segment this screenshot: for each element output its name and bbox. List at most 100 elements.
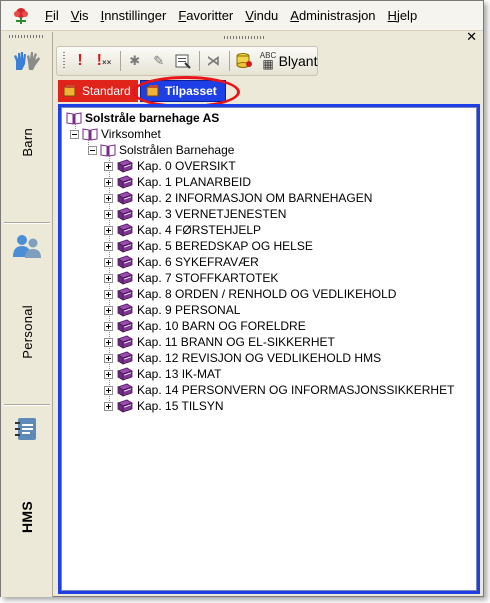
sparkle-icon: ✱: [129, 53, 141, 68]
nav-barn-label: Barn: [19, 127, 35, 157]
nav-hands-button[interactable]: [4, 50, 50, 80]
collapse-toggle[interactable]: [70, 129, 79, 139]
main-top-strip: ✕: [54, 30, 483, 44]
tree-node-chapter[interactable]: Kap. 12 REVISJON OG VEDLIKEHOLD HMS: [104, 350, 381, 366]
expand-toggle[interactable]: [104, 225, 113, 235]
expand-toggle[interactable]: [104, 209, 113, 219]
expand-toggle[interactable]: [104, 385, 113, 395]
main-grip[interactable]: [224, 36, 264, 39]
tree-node-label: Solstråle barnehage AS: [85, 111, 220, 125]
menu-innstillinger[interactable]: Innstillinger: [95, 1, 173, 31]
pen-icon: ✎: [153, 53, 165, 68]
tree-node-label: Kap. 14 PERSONVERN OG INFORMASJONSSIKKER…: [137, 383, 455, 397]
tree-node-label: Kap. 3 VERNETJENESTEN: [137, 207, 287, 221]
tree-node-chapter[interactable]: Kap. 6 SYKEFRAVÆR: [104, 254, 259, 270]
expand-toggle[interactable]: [104, 161, 113, 171]
tree-node-label: Kap. 9 PERSONAL: [137, 303, 241, 317]
expand-toggle[interactable]: [104, 337, 113, 347]
menu-administrasjon[interactable]: Administrasjon: [284, 1, 381, 31]
nav-personal-button[interactable]: Personal: [4, 287, 50, 377]
nav-hms-button[interactable]: HMS: [4, 487, 50, 547]
nav-personal-label: Personal: [19, 305, 35, 359]
expand-toggle[interactable]: [104, 241, 113, 251]
tree-node-chapter[interactable]: Kap. 8 ORDEN / RENHOLD OG VEDLIKEHOLD: [104, 286, 396, 302]
menu-favoritter[interactable]: Favoritter: [172, 1, 239, 31]
closed-book-icon: [117, 207, 133, 221]
collapse-toggle[interactable]: [88, 145, 97, 155]
expand-toggle[interactable]: [104, 321, 113, 331]
menu-hjelp[interactable]: Hjelp: [382, 1, 424, 31]
toolbar-separator: [229, 51, 231, 71]
closed-book-icon: [117, 319, 133, 333]
tree-node-chapter[interactable]: Kap. 13 IK-MAT: [104, 366, 221, 382]
star-button[interactable]: ✱: [124, 49, 146, 73]
tree-node-chapter[interactable]: Kap. 0 OVERSIKT: [104, 158, 236, 174]
nav-barn-button[interactable]: Barn: [4, 112, 50, 172]
expand-toggle[interactable]: [104, 305, 113, 315]
scissors-x-icon: ⋊: [206, 53, 220, 68]
tree-node-chapter[interactable]: Kap. 10 BARN OG FORELDRE: [104, 318, 306, 334]
alert-button[interactable]: !: [69, 49, 91, 73]
tree-node-chapter[interactable]: Kap. 15 TILSYN: [104, 398, 224, 414]
tree-node-label: Kap. 10 BARN OG FORELDRE: [137, 319, 306, 333]
expand-toggle[interactable]: [104, 177, 113, 187]
tab-standard-label: Standard: [82, 84, 131, 98]
menu-vis[interactable]: Vis: [65, 1, 95, 31]
open-book-icon: [82, 128, 98, 141]
menu-vindu[interactable]: Vindu: [239, 1, 284, 31]
tree-node-label: Solstrålen Barnehage: [119, 143, 235, 157]
tree-node-chapter[interactable]: Kap. 9 PERSONAL: [104, 302, 240, 318]
expand-toggle[interactable]: [104, 257, 113, 267]
open-book-icon: [66, 112, 82, 125]
tree-node-chapter[interactable]: Kap. 11 BRANN OG EL-SIKKERHET: [104, 334, 335, 350]
closed-book-icon: [117, 159, 133, 173]
tree-node-chapter[interactable]: Kap. 7 STOFFKARTOTEK: [104, 270, 278, 286]
tree-node-chapter[interactable]: Kap. 2 INFORMASJON OM BARNEHAGEN: [104, 190, 372, 206]
expand-toggle[interactable]: [104, 353, 113, 363]
app-icon[interactable]: [9, 4, 33, 28]
toolbar-grip[interactable]: [63, 52, 65, 70]
nav-personal-icon-button[interactable]: [4, 230, 50, 262]
menu-fil[interactable]: Fil: [39, 1, 65, 31]
tree-node-chapter[interactable]: Kap. 14 PERSONVERN OG INFORMASJONSSIKKER…: [104, 382, 454, 398]
toolbar: ! !×× ✱ ✎ ⋊ ABC ▦ Blyant: [56, 46, 318, 76]
expand-toggle[interactable]: [104, 369, 113, 379]
tree-node-label: Kap. 12 REVISJON OG VEDLIKEHOLD HMS: [137, 351, 382, 365]
tree-node-chapter[interactable]: Kap. 4 FØRSTEHJELP: [104, 222, 261, 238]
spellcheck-button[interactable]: ABC ▦: [257, 49, 279, 73]
tree-node-label: Kap. 15 TILSYN: [137, 399, 224, 413]
tree-node-root[interactable]: Solstråle barnehage AS: [66, 110, 219, 126]
expand-toggle[interactable]: [104, 193, 113, 203]
closed-book-icon: [117, 239, 133, 253]
nav-divider: [4, 222, 50, 224]
tab-standard[interactable]: Standard: [58, 80, 138, 102]
spellcheck-icon: ABC ▦: [259, 51, 277, 71]
nav-hms-icon-button[interactable]: [4, 412, 50, 446]
delete-button[interactable]: ⋊: [202, 49, 224, 73]
tree-node-chapter[interactable]: Kap. 3 VERNETJENESTEN: [104, 206, 286, 222]
closed-book-icon: [117, 335, 133, 349]
tree-node-label: Kap. 11 BRANN OG EL-SIKKERHET: [137, 335, 335, 349]
panel-grip[interactable]: [9, 35, 45, 38]
exclamation-icon: !: [77, 52, 83, 69]
properties-button[interactable]: [172, 49, 194, 73]
expand-toggle[interactable]: [104, 401, 113, 411]
tree-node-label: Kap. 8 ORDEN / RENHOLD OG VEDLIKEHOLD: [137, 287, 397, 301]
database-button[interactable]: [233, 49, 255, 73]
close-icon[interactable]: ✕: [466, 30, 477, 44]
tree-node-solstralen[interactable]: Solstrålen Barnehage: [88, 142, 234, 158]
alert-remove-button[interactable]: !××: [93, 49, 115, 73]
closed-book-icon: [117, 367, 133, 381]
tree-node-label: Kap. 7 STOFFKARTOTEK: [137, 271, 279, 285]
expand-toggle[interactable]: [104, 289, 113, 299]
closed-book-icon: [117, 351, 133, 365]
edit-button[interactable]: ✎: [148, 49, 170, 73]
expand-toggle[interactable]: [104, 273, 113, 283]
properties-icon: [175, 54, 191, 69]
closed-book-icon: [117, 175, 133, 189]
pencil-label: Blyant: [278, 53, 318, 69]
pencil-button[interactable]: Blyant: [278, 49, 318, 73]
tree-node-chapter[interactable]: Kap. 5 BEREDSKAP OG HELSE: [104, 238, 313, 254]
tree-node-chapter[interactable]: Kap. 1 PLANARBEID: [104, 174, 251, 190]
tree-node-virksomhet[interactable]: Virksomhet: [70, 126, 161, 142]
